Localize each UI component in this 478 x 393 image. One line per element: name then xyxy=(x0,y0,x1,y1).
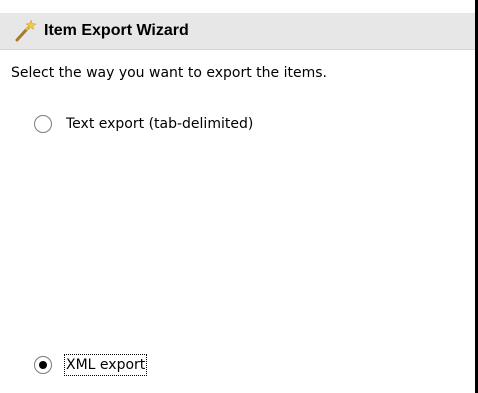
text-export-label[interactable]: Text export (tab-delimited) xyxy=(66,115,253,133)
wizard-title: Item Export Wizard xyxy=(44,22,189,39)
text-export-option[interactable]: Text export (tab-delimited) xyxy=(34,115,253,133)
magic-wand-icon xyxy=(15,20,36,42)
text-export-radio[interactable] xyxy=(34,115,52,133)
wizard-title-bar: Item Export Wizard xyxy=(0,13,475,50)
instruction-text: Select the way you want to export the it… xyxy=(11,65,327,81)
xml-export-radio[interactable] xyxy=(34,356,52,374)
export-wizard-panel: Item Export Wizard Select the way you wa… xyxy=(0,0,475,393)
xml-export-option[interactable]: XML export xyxy=(34,354,148,376)
xml-export-label[interactable]: XML export xyxy=(63,354,148,376)
